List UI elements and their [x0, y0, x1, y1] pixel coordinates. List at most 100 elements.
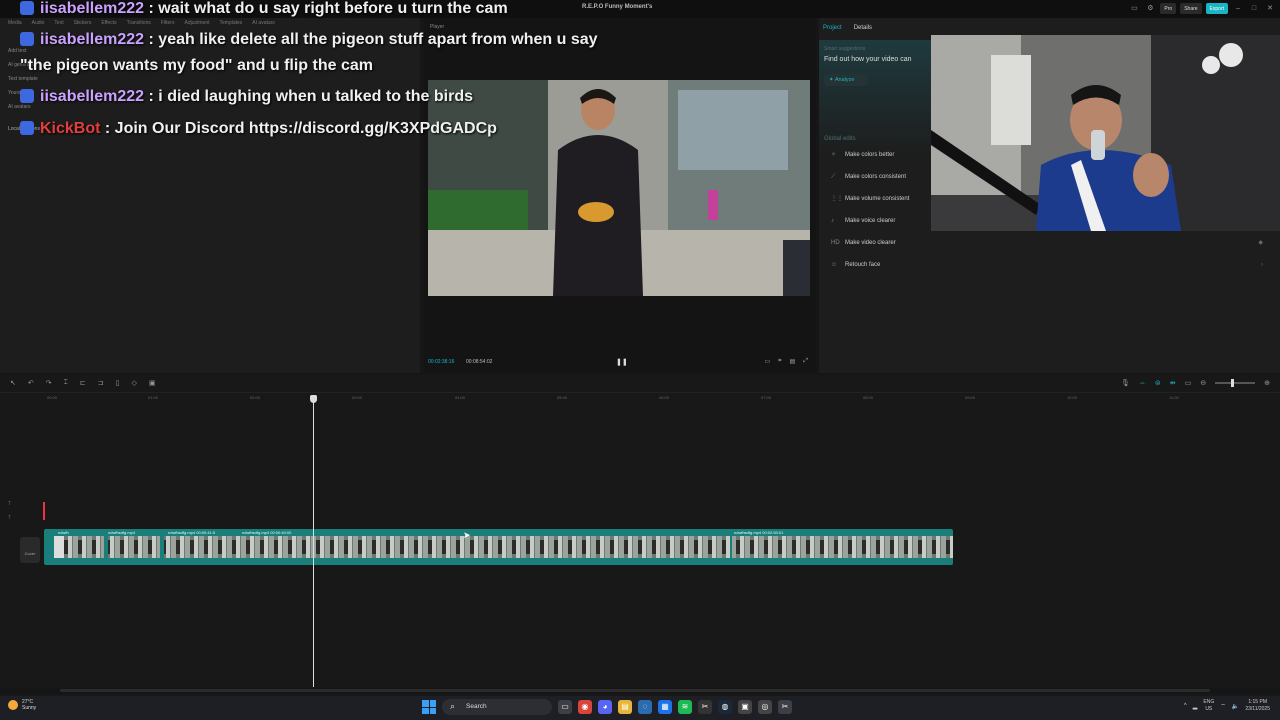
- crop-icon[interactable]: ⌗: [778, 358, 781, 365]
- player-controls: 00:02:38:16 00:08:54:02 ❚❚ ▭ ⌗ ▤ ⤢: [428, 358, 810, 368]
- trim-right-icon[interactable]: ⊐: [98, 379, 104, 387]
- capcut-icon[interactable]: ✂: [698, 700, 712, 714]
- chat-message: iisabellem222 : i died laughing when u t…: [20, 88, 473, 106]
- marker-icon[interactable]: ◇: [131, 379, 136, 387]
- smart-suggestions-text: Find out how your video can: [824, 56, 912, 63]
- chrome-icon[interactable]: ◉: [578, 700, 592, 714]
- crop-tool-icon[interactable]: ▣: [149, 379, 156, 387]
- language-indicator[interactable]: ENG US: [1203, 699, 1214, 713]
- preview-icon[interactable]: ▭: [1185, 379, 1192, 387]
- project-title: R.E.P.O Funny Moment's: [582, 4, 653, 10]
- toolbar-effects[interactable]: Effects: [101, 20, 116, 26]
- cover-button[interactable]: Cover: [20, 537, 40, 563]
- minimize-icon[interactable]: –: [1232, 3, 1244, 14]
- chat-username: KickBot: [40, 120, 101, 137]
- task-view-icon[interactable]: ▭: [558, 700, 572, 714]
- snap-icon[interactable]: ⇹: [1170, 379, 1176, 387]
- file-explorer-icon[interactable]: ▤: [618, 700, 632, 714]
- undo-icon[interactable]: ↶: [28, 379, 34, 387]
- trim-left-icon[interactable]: ⊏: [80, 379, 86, 387]
- toolbar-ai-avatars[interactable]: AI avatars: [252, 20, 275, 26]
- layout-icon[interactable]: ▭: [1128, 3, 1140, 14]
- weather-condition: Sunny: [22, 705, 37, 711]
- zoom-slider-handle[interactable]: [1231, 379, 1235, 387]
- playhead[interactable]: [310, 395, 317, 687]
- chat-message: iisabellem222 : yeah like delete all the…: [20, 31, 598, 49]
- close-icon[interactable]: ✕: [1264, 3, 1276, 14]
- total-timecode: 00:08:54:02: [466, 359, 493, 365]
- speaker-icon[interactable]: 🔈: [1232, 703, 1239, 710]
- zoom-fit-icon[interactable]: ⊕: [1264, 379, 1270, 387]
- capcut-active-icon[interactable]: ✂: [778, 700, 792, 714]
- capcut-editor-window: R.E.P.O Funny Moment's ▭ ⚙ Pro Share Exp…: [0, 0, 1280, 720]
- edit-label: Make colors consistent: [845, 174, 907, 180]
- text-track-icon[interactable]: T: [8, 501, 11, 507]
- scrollbar-thumb[interactable]: [60, 689, 1210, 692]
- ratio-icon[interactable]: ▭: [764, 358, 770, 365]
- windows-start-icon[interactable]: [422, 700, 436, 714]
- pause-icon[interactable]: ❚❚: [616, 358, 628, 366]
- taskbar-search[interactable]: Search: [442, 699, 552, 715]
- chat-message-continuation: "the pigeon wants my food" and u flip th…: [20, 57, 373, 74]
- spotify-icon[interactable]: ≋: [678, 700, 692, 714]
- timeline-ruler[interactable]: 00:00 01:00 02:00 03:00 04:00 05:00 06:0…: [0, 394, 1280, 404]
- recording-icon[interactable]: ◎: [758, 700, 772, 714]
- magnet-icon[interactable]: ⊜: [1155, 379, 1161, 387]
- zoom-slider[interactable]: [1215, 379, 1256, 387]
- app-icon[interactable]: ▣: [738, 700, 752, 714]
- share-button[interactable]: Share: [1180, 3, 1202, 14]
- toolbar-audio[interactable]: Audio: [32, 20, 45, 26]
- select-tool-icon[interactable]: ↖: [10, 379, 16, 387]
- toolbar-text[interactable]: Text: [54, 20, 63, 26]
- clock[interactable]: 1:15 PM 23/11/2025: [1245, 699, 1270, 713]
- microphone-icon[interactable]: 🎙: [1121, 379, 1130, 387]
- chat-text: : Join Our Discord https://discord.gg/K3…: [104, 120, 497, 137]
- toolbar-adjustment[interactable]: Adjustment: [184, 20, 209, 26]
- edit-make-video-clearer[interactable]: HD Make video clearer ◆: [823, 237, 1273, 259]
- steam-icon[interactable]: ◍: [718, 700, 732, 714]
- delete-icon[interactable]: ▯: [116, 379, 120, 387]
- analyze-button[interactable]: ✦ Analyze: [824, 74, 868, 86]
- split-icon[interactable]: ⌶: [64, 379, 68, 387]
- aspect-icon[interactable]: ▤: [790, 358, 796, 365]
- discord-icon[interactable]: ◕: [598, 700, 612, 714]
- export-button[interactable]: Export: [1205, 3, 1228, 14]
- pro-button[interactable]: Pro: [1160, 3, 1177, 14]
- wifi-icon[interactable]: ⌔: [1220, 702, 1226, 710]
- toolbar-stickers[interactable]: Stickers: [74, 20, 92, 26]
- toolbar-transitions[interactable]: Transitions: [127, 20, 151, 26]
- tab-details[interactable]: Details: [854, 25, 872, 31]
- video-clip-track[interactable]: ndwfh ndwfhsdfg.mp4 ndwfhsdfg.mp4 00:00:…: [44, 529, 953, 565]
- system-tray: ^ ▂ ENG US ⌔ 🔈 1:15 PM 23/11/2025: [1184, 699, 1270, 713]
- hd-icon: HD: [831, 240, 840, 246]
- edge-icon[interactable]: ◌: [638, 700, 652, 714]
- link-icon[interactable]: ⇔: [1139, 380, 1146, 387]
- fullscreen-icon[interactable]: ⤢: [803, 358, 808, 365]
- nav-text-template[interactable]: Text template: [8, 76, 40, 82]
- chat-username: iisabellem222: [40, 88, 145, 105]
- ms-store-icon[interactable]: ▦: [658, 700, 672, 714]
- weather-widget[interactable]: 27°C Sunny: [8, 699, 36, 711]
- current-timecode: 00:02:38:16: [428, 359, 455, 365]
- toolbar-media[interactable]: Media: [8, 20, 22, 26]
- playhead-handle[interactable]: [310, 395, 317, 403]
- video-preview[interactable]: [428, 80, 810, 296]
- edit-retouch-face[interactable]: ☺ Retouch face ›: [823, 259, 1273, 281]
- chat-username: iisabellem222: [40, 31, 145, 48]
- export-label: Export: [1209, 5, 1224, 12]
- text-clip-marker[interactable]: [43, 502, 45, 520]
- settings-icon[interactable]: ⚙: [1144, 3, 1156, 14]
- maximize-icon[interactable]: □: [1248, 3, 1260, 14]
- chevron-up-icon[interactable]: ^: [1184, 703, 1187, 709]
- player-label: Player: [430, 24, 445, 30]
- toolbar-filters[interactable]: Filters: [161, 20, 175, 26]
- redo-icon[interactable]: ↷: [46, 379, 52, 387]
- network-icon[interactable]: ▂: [1193, 703, 1198, 710]
- text-track-icon[interactable]: T: [8, 515, 11, 521]
- zoom-out-icon[interactable]: ⊖: [1200, 379, 1206, 387]
- tab-project[interactable]: Project: [823, 25, 842, 31]
- timeline-scrollbar[interactable]: [0, 688, 1280, 694]
- wand-icon: ⟋: [831, 174, 836, 180]
- ruler-tick: 06:00: [659, 395, 670, 400]
- toolbar-templates[interactable]: Templates: [220, 20, 243, 26]
